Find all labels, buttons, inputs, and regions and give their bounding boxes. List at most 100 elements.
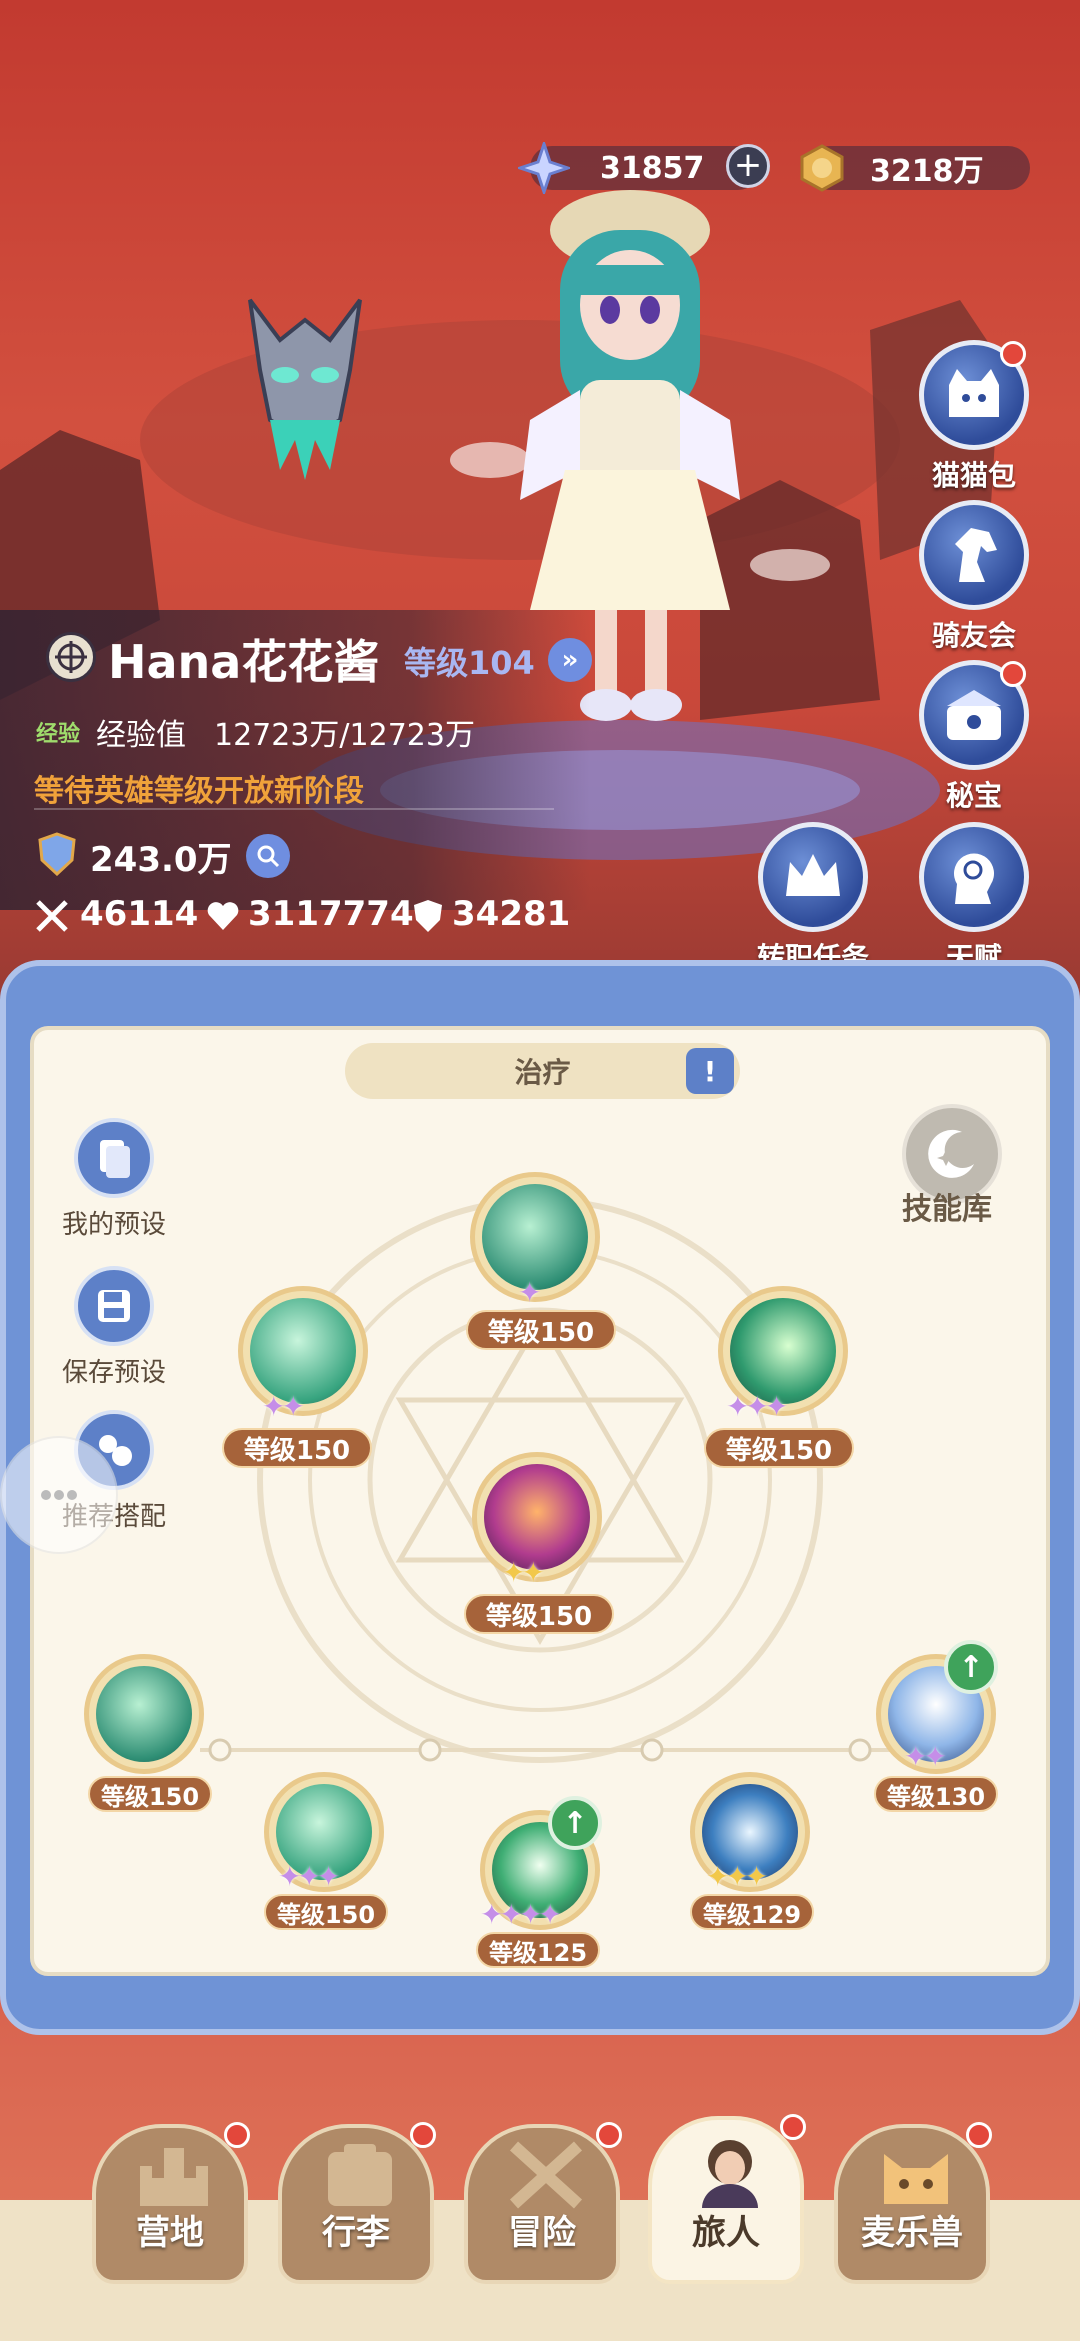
skill-upgrade-button[interactable]: ↑: [944, 1640, 998, 1694]
notification-dot: [596, 2122, 622, 2148]
exp-value: 12723万/12723万: [214, 718, 475, 753]
healing-cross-skill-icon: [250, 1298, 356, 1404]
vortex-orb-skill-icon: [484, 1464, 590, 1570]
skill-stars: ✦✦✦✦: [480, 1898, 562, 1931]
double-chevron-right-icon: »: [561, 645, 579, 675]
skill-stars: ✦✦✦: [278, 1860, 340, 1893]
spark-burst-skill-icon: [730, 1298, 836, 1404]
attack-stat: 46114: [80, 894, 199, 934]
power-details-button[interactable]: [246, 834, 290, 878]
player-name: Hana花花酱: [108, 635, 380, 689]
skill-slot-2[interactable]: [238, 1286, 368, 1416]
heart-icon: [206, 900, 240, 936]
job-change-circle: [758, 822, 868, 932]
crossed-swords-icon: [509, 2141, 583, 2209]
skill-level: 等级150: [264, 1894, 388, 1930]
side-button-label: 骑友会: [931, 619, 1016, 652]
save-preset-label: 保存预设: [61, 1358, 166, 1388]
up-arrow-icon: ↑: [958, 1649, 984, 1685]
nav-traveler[interactable]: 旅人: [648, 2114, 806, 2284]
skill-stars: ✦✦: [262, 1390, 305, 1423]
nav-pets[interactable]: 麦乐兽: [834, 2122, 992, 2284]
category-info-button[interactable]: !: [686, 1048, 734, 1094]
treasure-circle: [919, 660, 1029, 770]
crossed-swords-icon: [34, 898, 70, 938]
talent-circle: [919, 822, 1029, 932]
defense-shield-icon: [412, 898, 444, 938]
nav-camp[interactable]: 营地: [92, 2122, 250, 2284]
combat-power: 243.0万: [90, 840, 232, 880]
castle-icon: [140, 2148, 208, 2206]
notification-dot: [780, 2114, 806, 2140]
cat-bag-icon: [949, 369, 999, 417]
nav-label: 营地: [136, 2213, 204, 2253]
notification-dot: [224, 2122, 250, 2148]
side-button-cat-bag[interactable]: 猫猫包: [914, 340, 1034, 494]
skill-library-label: 技能库: [902, 1192, 992, 1227]
skill-stars: ✦: [518, 1276, 542, 1309]
player-level: 等级104: [404, 644, 535, 682]
exp-label: 经验值: [96, 718, 186, 753]
floppy-disk-icon: [74, 1266, 154, 1346]
magnifier-icon: [257, 845, 280, 868]
cards-icon: [74, 1118, 154, 1198]
gold-currency: 3218万: [800, 144, 1030, 192]
my-preset-label: 我的预设: [61, 1210, 166, 1240]
brain-head-icon: [954, 853, 994, 904]
nav-luggage[interactable]: 行李: [278, 2122, 436, 2284]
pet-dragon-mask[interactable]: [240, 290, 370, 520]
add-gems-button[interactable]: +: [726, 144, 770, 188]
up-arrow-icon: ↑: [562, 1805, 588, 1841]
shield-power-icon: [36, 832, 78, 880]
side-button-job-change-quest[interactable]: 转职任务: [748, 822, 878, 976]
skill-level: 等级150: [464, 1594, 614, 1634]
side-button-treasure[interactable]: 秘宝: [914, 660, 1034, 814]
my-preset-button[interactable]: 我的预设: [34, 1118, 194, 1241]
healing-rain-skill-icon: [96, 1666, 192, 1762]
stage-notice: 等待英雄等级开放新阶段: [34, 774, 364, 809]
side-button-talent[interactable]: 天赋: [914, 822, 1034, 976]
skill-stars: ✦✦✦: [706, 1860, 768, 1893]
divider: [34, 808, 554, 810]
skill-level: 等级150: [222, 1428, 372, 1468]
skill-stars: ✦✦✦: [726, 1390, 788, 1423]
nav-label: 旅人: [692, 2213, 760, 2253]
skill-links-decoration: [200, 1738, 900, 1762]
backpack-icon: [328, 2144, 392, 2206]
hp-stat: 3117774: [248, 894, 414, 934]
crosshair-class-icon: [46, 632, 96, 682]
book-icon: !: [703, 1054, 717, 1088]
skill-slot-4[interactable]: [84, 1654, 204, 1774]
skill-level: 等级150: [704, 1428, 854, 1468]
side-button-rider-club[interactable]: 骑友会: [914, 500, 1034, 654]
skill-category-tab[interactable]: 治疗: [345, 1043, 740, 1099]
traveler-portrait-icon: [702, 2140, 758, 2208]
nav-adventure[interactable]: 冒险: [464, 2122, 622, 2284]
nav-label: 行李: [322, 2213, 390, 2253]
horse-icon: [955, 528, 997, 582]
cat-face-icon: [884, 2154, 948, 2204]
skill-level: 等级130: [874, 1776, 998, 1812]
save-preset-button[interactable]: 保存预设: [34, 1266, 194, 1389]
skill-upgrade-button[interactable]: ↑: [548, 1796, 602, 1850]
crown-icon: [786, 854, 840, 896]
notification-dot: [1000, 661, 1026, 687]
gem-amount: 31857: [600, 150, 705, 186]
coin-icon: [794, 140, 850, 196]
treasure-box-icon: [947, 690, 1001, 740]
skill-stars: ✦✦: [904, 1740, 947, 1773]
skill-level: 等级150: [88, 1776, 212, 1812]
skill-level: 等级150: [466, 1310, 616, 1350]
star-crystal-icon: [516, 140, 572, 196]
notification-dot: [410, 2122, 436, 2148]
nav-label: 麦乐兽: [861, 2213, 963, 2253]
gold-amount: 3218万: [870, 154, 984, 189]
level-details-button[interactable]: »: [548, 638, 592, 682]
skill-level: 等级125: [476, 1932, 600, 1968]
cat-bag-circle: [919, 340, 1029, 450]
exp-tag: 经验: [36, 722, 81, 747]
plus-icon: +: [733, 145, 763, 185]
moon-star-icon: [928, 1129, 974, 1178]
category-label: 治疗: [514, 1056, 571, 1089]
floating-chat-bubble[interactable]: [0, 1436, 118, 1554]
